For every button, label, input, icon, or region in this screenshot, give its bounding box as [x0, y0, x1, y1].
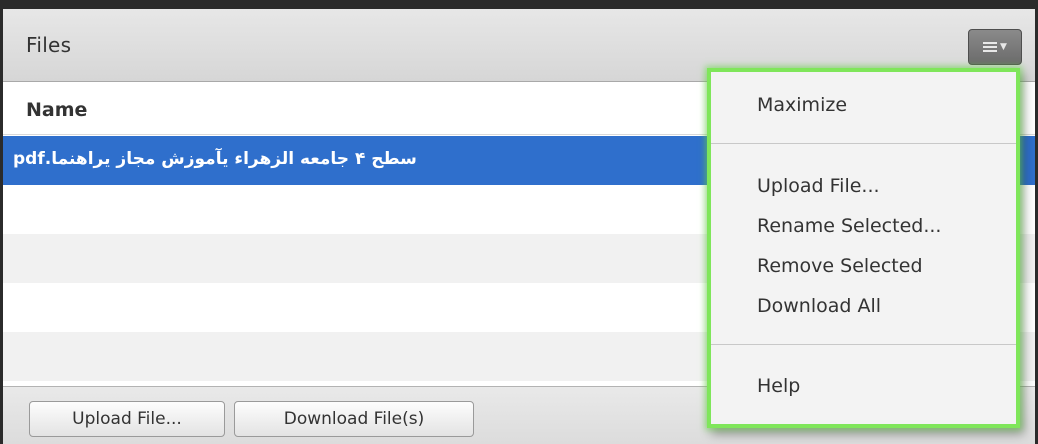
menu-item-remove-selected[interactable]: Remove Selected — [757, 255, 923, 277]
menu-separator — [711, 143, 1016, 144]
file-name: سطح ۴ جامعه الزهراء یآموزش مجاز یراهنما.… — [13, 149, 417, 169]
menu-item-upload-file[interactable]: Upload File... — [757, 175, 880, 197]
download-files-button[interactable]: Download File(s) — [234, 401, 474, 437]
menu-separator — [711, 344, 1016, 345]
menu-item-help[interactable]: Help — [757, 375, 800, 397]
panel-options-button[interactable]: ▼ — [968, 29, 1022, 65]
panel-title: Files — [26, 33, 72, 57]
column-header-label: Name — [26, 99, 88, 121]
menu-item-rename-selected[interactable]: Rename Selected... — [757, 215, 941, 237]
menu-item-download-all[interactable]: Download All — [757, 295, 881, 317]
options-menu: Maximize Upload File... Rename Selected.… — [707, 68, 1020, 428]
upload-file-button[interactable]: Upload File... — [29, 401, 225, 437]
chevron-down-icon: ▼ — [1000, 42, 1007, 52]
menu-icon — [983, 40, 998, 54]
menu-item-maximize[interactable]: Maximize — [757, 94, 847, 116]
